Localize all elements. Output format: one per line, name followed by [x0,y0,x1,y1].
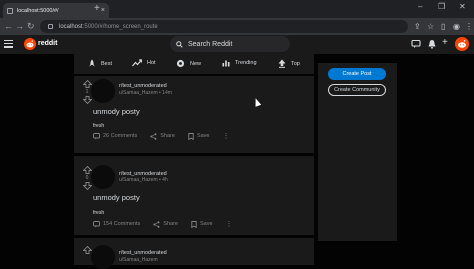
address-toolbar: ← → ↻ localhost:5000/#/home_screen_route… [0,18,474,35]
more-options-icon[interactable]: ⋮ [226,220,233,228]
create-plus-icon[interactable]: + [442,37,448,48]
comments-label: 154 Comments [103,221,141,227]
subreddit-link[interactable]: r/test_unmoderated [119,83,167,89]
bookmark-icon [188,132,194,140]
chat-icon[interactable] [411,39,421,49]
downvote-icon[interactable] [82,182,92,190]
sort-tab-top[interactable]: Top [278,59,300,68]
upvote-icon[interactable] [82,166,92,174]
sort-bar: Best Hot New Trending Top [74,54,314,74]
post-card[interactable]: r/test_unmoderated u/Samaa_Hazem [74,238,314,269]
url-path: :5000/#/home_screen_route [82,23,158,30]
logo-text[interactable]: reddit [38,40,57,47]
subreddit-avatar[interactable] [91,165,115,189]
trend-icon [132,59,142,67]
search-icon [176,40,183,48]
close-window-button[interactable]: ✕ [459,2,466,11]
post-card[interactable]: 1 r/test_unmoderated u/Samaa_Hazem • 14m… [74,76,314,153]
downvote-icon[interactable] [82,96,92,104]
post-actions: 26 Comments Share Save ⋮ [93,132,229,140]
url-bar[interactable]: localhost:5000/#/home_screen_route [40,20,408,33]
sort-tab-new[interactable]: New [176,59,201,68]
share-label: Share [160,133,175,139]
rocket-icon [89,59,95,67]
post-actions: 154 Comments Share Save ⋮ [93,220,233,228]
side-panel-icon[interactable]: ▯ [441,21,445,32]
sort-tab-label: Hot [147,60,156,66]
hamburger-menu-icon[interactable] [4,40,13,48]
more-options-icon[interactable]: ⋮ [222,132,229,140]
post-title[interactable]: unmody posty [93,193,140,202]
upload-icon [278,59,286,68]
forward-icon[interactable]: → [15,21,24,32]
share-button[interactable]: Share [150,132,175,140]
comments-label: 26 Comments [103,133,138,139]
sort-tab-label: Best [101,60,113,67]
sort-tab-label: New [190,60,202,67]
post-card[interactable]: 0 r/test_unmoderated u/Samaa_Hazem • 4h … [74,156,314,235]
share-icon [153,220,160,228]
notification-bell-icon[interactable] [427,39,437,49]
profile-icon[interactable]: ◉ [453,21,460,32]
tab-close-icon[interactable]: × [101,7,105,14]
search-input[interactable]: Search Reddit [170,36,290,52]
subreddit-avatar[interactable] [91,245,115,269]
url-host: localhost [59,23,83,30]
maximize-button[interactable]: ❐ [438,2,445,11]
sort-tab-hot[interactable]: Hot [132,59,156,67]
bars-icon [222,60,230,67]
bookmark-star-icon[interactable]: ☆ [427,21,434,32]
back-icon[interactable]: ← [4,21,13,32]
share-page-icon[interactable]: ⇪ [414,21,421,32]
save-button[interactable]: Save [191,220,213,228]
post-author-time[interactable]: u/Samaa_Hazem • 4h [119,177,168,183]
sun-icon [176,59,185,68]
create-community-button[interactable]: Create Community [328,84,386,96]
save-label: Save [196,133,210,139]
sort-tab-trending[interactable]: Trending [222,59,257,67]
upvote-icon[interactable] [82,80,92,88]
comments-button[interactable]: 154 Comments [93,220,141,228]
subreddit-link[interactable]: r/test_unmoderated [119,250,167,256]
post-author-time[interactable]: u/Samaa_Hazem • 14m [119,90,172,96]
avatar[interactable] [455,37,469,51]
create-post-button[interactable]: Create Post [328,68,386,80]
site-info-icon[interactable] [48,24,53,29]
sort-tab-best[interactable]: Best [88,59,112,68]
reddit-logo-icon[interactable] [24,38,36,50]
browser-menu-icon[interactable]: ⋮ [465,21,473,32]
sort-tab-label: Top [291,60,300,67]
share-label: Share [163,221,178,227]
share-button[interactable]: Share [153,220,178,228]
site-header: reddit Search Reddit + [0,35,474,54]
comment-icon [93,132,100,139]
browser-tab-bar: localhost:5000/#/ × + – ❐ ✕ [0,0,474,18]
bookmark-icon [191,220,197,228]
post-flair: fresh [93,210,105,216]
comments-button[interactable]: 26 Comments [93,132,138,140]
sort-tab-label: Trending [235,60,257,66]
new-tab-button[interactable]: + [94,3,100,15]
post-author-time[interactable]: u/Samaa_Hazem [119,257,158,263]
upvote-icon[interactable] [82,246,92,254]
share-icon [150,132,157,140]
favicon-icon [7,7,13,14]
save-label: Save [199,221,213,227]
save-button[interactable]: Save [188,132,210,140]
search-placeholder: Search Reddit [188,40,233,48]
post-flair: fresh [93,123,105,129]
comment-icon [93,220,100,227]
post-title[interactable]: unmody posty [93,107,140,116]
tab-title: localhost:5000/#/ [17,7,59,14]
subreddit-avatar[interactable] [91,79,115,103]
reload-icon[interactable]: ↻ [27,21,35,32]
minimize-button[interactable]: – [418,2,422,11]
